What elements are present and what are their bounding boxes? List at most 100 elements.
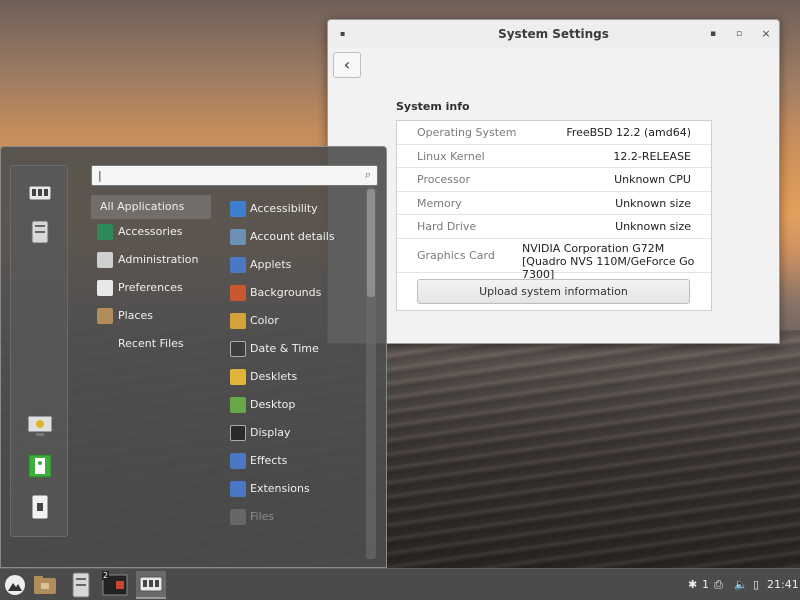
category-recent-files[interactable]: Recent Files (91, 332, 211, 356)
app-label: Account details (250, 230, 335, 243)
close-button[interactable]: × (758, 26, 774, 42)
app-label: Applets (250, 258, 292, 271)
notifications-count: 1 (702, 578, 709, 591)
system-settings-task[interactable] (136, 571, 166, 599)
backgrounds-icon (230, 285, 246, 301)
category-label: Administration (118, 253, 199, 266)
search-input[interactable]: | ⌕ (91, 165, 378, 186)
color-icon (230, 313, 246, 329)
info-value: NVIDIA Corporation G72M [Quadro NVS 110M… (522, 241, 695, 281)
info-row: Graphics Card NVIDIA Corporation G72M [Q… (397, 239, 711, 281)
info-key: Operating System (417, 126, 517, 139)
extensions-icon (230, 481, 246, 497)
category-accessories[interactable]: Accessories (91, 220, 211, 244)
app-label: Desklets (250, 370, 298, 383)
info-key: Memory (417, 196, 462, 210)
accessibility-icon (230, 201, 246, 217)
settings-icon[interactable] (25, 182, 55, 210)
lock-screen-icon[interactable] (25, 414, 55, 442)
display-icon (230, 425, 246, 441)
maximize-button[interactable]: ▫ (731, 26, 747, 42)
app-date-time[interactable]: Date & Time (227, 337, 362, 361)
info-value: Unknown CPU (614, 173, 691, 186)
app-desktop[interactable]: Desktop (227, 393, 362, 417)
desktop-icon (230, 397, 246, 413)
folder-icon (97, 308, 113, 324)
app-label: Extensions (250, 482, 310, 495)
back-button[interactable]: ‹ (333, 52, 361, 78)
info-row: Hard Drive Unknown size (397, 215, 711, 239)
category-places[interactable]: Places (91, 304, 211, 328)
app-desklets[interactable]: Desklets (227, 365, 362, 389)
shutdown-icon[interactable] (25, 494, 55, 522)
category-label: Accessories (118, 225, 183, 238)
minimize-button[interactable]: ▪ (705, 26, 721, 42)
desklets-icon (230, 369, 246, 385)
preferences-icon (97, 280, 113, 296)
scrollbar-thumb[interactable] (367, 189, 375, 297)
search-icon: ⌕ (364, 168, 371, 181)
app-applets[interactable]: Applets (227, 253, 362, 277)
bottom-panel: 2 ✱ 1 ⎙ 🔈 ▯ 21:41 (0, 568, 800, 600)
system-info-table: Operating System FreeBSD 12.2 (amd64) Li… (396, 120, 712, 311)
titlebar[interactable]: ▪ System Settings ▪ ▫ × (328, 20, 779, 48)
files-launcher-icon[interactable] (30, 571, 60, 599)
category-label: Recent Files (118, 337, 184, 350)
app-account-details[interactable]: Account details (227, 225, 362, 249)
settings-launcher-icon[interactable] (66, 571, 96, 599)
category-all-applications[interactable]: All Applications (91, 195, 211, 219)
app-label: Desktop (250, 398, 296, 411)
section-title: System info (396, 100, 470, 113)
files-icon (230, 509, 246, 525)
category-label: Places (118, 309, 153, 322)
app-label: Date & Time (250, 342, 319, 355)
application-menu: | ⌕ All Applications Accessories Adminis… (0, 146, 387, 568)
app-extensions[interactable]: Extensions (227, 477, 362, 501)
app-label: Effects (250, 454, 288, 467)
menu-scrollbar[interactable] (366, 187, 376, 559)
info-value: FreeBSD 12.2 (amd64) (566, 126, 691, 139)
category-label: All Applications (100, 200, 185, 213)
info-row: Linux Kernel 12.2-RELEASE (397, 145, 711, 168)
category-label: Preferences (118, 281, 183, 294)
category-administration[interactable]: Administration (91, 248, 211, 272)
logout-icon[interactable] (25, 454, 55, 482)
app-accessibility[interactable]: Accessibility (227, 197, 362, 221)
notifications-icon[interactable]: ✱ (688, 578, 697, 591)
battery-icon[interactable]: ▯ (753, 578, 759, 591)
info-key: Graphics Card (417, 248, 495, 262)
app-label: Color (250, 314, 279, 327)
info-key: Linux Kernel (417, 149, 485, 163)
app-effects[interactable]: Effects (227, 449, 362, 473)
chevron-left-icon: ‹ (343, 55, 351, 74)
administration-icon (97, 252, 113, 268)
app-label: Files (250, 510, 275, 523)
app-label: Accessibility (250, 202, 318, 215)
accessories-icon (97, 224, 113, 240)
info-key: Processor (417, 173, 470, 186)
printer-icon[interactable]: ⎙ (714, 578, 723, 592)
category-preferences[interactable]: Preferences (91, 276, 211, 300)
volume-icon[interactable]: 🔈 (734, 578, 748, 591)
upload-system-info-button[interactable]: Upload system information (417, 279, 690, 304)
cinnamon-menu-icon[interactable] (0, 571, 30, 599)
app-files[interactable]: Files (227, 505, 362, 529)
terminal-launcher-icon[interactable]: 2 (100, 571, 130, 599)
clock-icon (230, 341, 246, 357)
info-row: Operating System FreeBSD 12.2 (amd64) (397, 121, 711, 145)
info-row: Processor Unknown CPU (397, 168, 711, 192)
favorites-bar (10, 165, 68, 537)
applets-icon (230, 257, 246, 273)
app-display[interactable]: Display (227, 421, 362, 445)
app-color[interactable]: Color (227, 309, 362, 333)
system-settings-window: ▪ System Settings ▪ ▫ × ‹ System info Op… (327, 19, 780, 344)
info-key: Hard Drive (417, 220, 477, 233)
info-value: 12.2-RELEASE (613, 149, 691, 163)
info-row: Memory Unknown size (397, 192, 711, 215)
app-label: Display (250, 426, 291, 439)
app-backgrounds[interactable]: Backgrounds (227, 281, 362, 305)
account-icon (230, 229, 246, 245)
terminal-badge: 2 (102, 571, 110, 580)
file-manager-icon[interactable] (25, 220, 55, 248)
clock[interactable]: 21:41 (767, 578, 799, 591)
